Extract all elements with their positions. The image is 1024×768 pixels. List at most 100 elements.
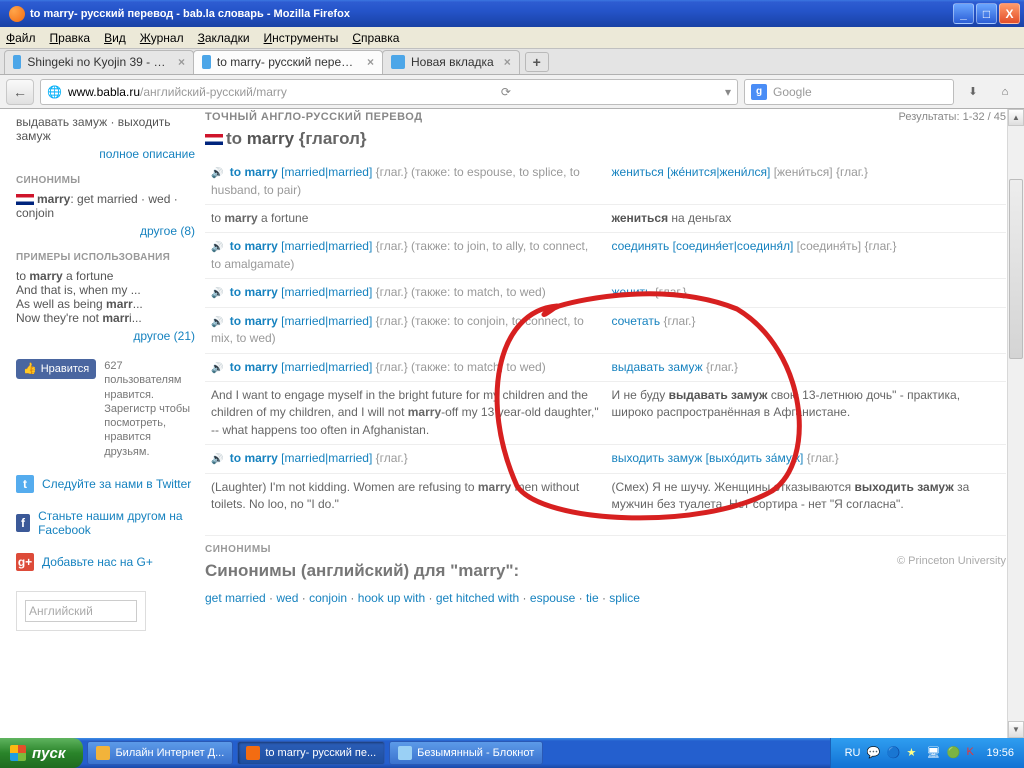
task-icon xyxy=(96,746,110,760)
browser-tab[interactable]: Новая вкладка× xyxy=(382,50,520,74)
example-line: And that is, when my ... xyxy=(16,283,195,297)
task-icon xyxy=(398,746,412,760)
taskbar-task[interactable]: Безымянный - Блокнот xyxy=(389,741,543,765)
synonym-link[interactable]: get married xyxy=(205,591,266,605)
new-tab-button[interactable]: + xyxy=(525,52,549,72)
synonyms-heading: Синонимы (английский) для "marry": xyxy=(205,561,1006,581)
more-synonyms-link[interactable]: другое (8) xyxy=(140,224,195,238)
search-placeholder: Google xyxy=(773,85,812,99)
tab-close-icon[interactable]: × xyxy=(178,55,185,69)
facebook-like-text: 627 пользователям нравится. Зарегистр чт… xyxy=(104,359,195,459)
start-button[interactable]: пуск xyxy=(0,738,83,768)
scroll-thumb[interactable] xyxy=(1009,179,1023,359)
synonyms-section: СИНОНИМЫ © Princeton University Синонимы… xyxy=(205,535,1006,605)
tray-clock[interactable]: 19:56 xyxy=(986,747,1014,759)
facebook-like-button[interactable]: 👍 Нравится xyxy=(16,359,96,379)
tray-lang[interactable]: RU xyxy=(845,747,861,759)
tray-network-icon[interactable]: 🖥 xyxy=(926,746,940,760)
window-title-bar: to marry- русский перевод - bab.la слова… xyxy=(0,0,1024,27)
taskbar-task[interactable]: to marry- русский пе... xyxy=(237,741,385,765)
section-heading: ТОЧНЫЙ АНГЛО-РУССКИЙ ПЕРЕВОД xyxy=(205,111,1006,123)
back-button[interactable]: ← xyxy=(6,79,34,105)
examples-header: ПРИМЕРЫ ИСПОЛЬЗОВАНИЯ xyxy=(16,252,195,263)
site-globe-icon: 🌐 xyxy=(47,85,62,99)
task-icon xyxy=(246,746,260,760)
tab-close-icon[interactable]: × xyxy=(504,55,511,69)
stop-button[interactable]: ▾ xyxy=(725,85,731,99)
uk-flag-icon xyxy=(16,194,34,205)
address-bar[interactable]: 🌐 www.babla.ru/английский-русский/marry … xyxy=(40,79,738,105)
search-box[interactable]: g Google xyxy=(744,79,954,105)
target-cell: выходить замуж [выхо́дить за́муж] {глаг.… xyxy=(606,445,1007,474)
menu-item[interactable]: Справка xyxy=(352,31,399,45)
source-cell: to marry [married|married] {глаг.} (такж… xyxy=(205,279,606,308)
translation-row: to marry [married|married] {глаг.} (такж… xyxy=(205,307,1006,353)
synonyms-header: СИНОНИМЫ xyxy=(16,175,195,186)
page-content: выдавать замуж · выходить замуж полное о… xyxy=(0,109,1024,738)
example-line: Now they're not marri... xyxy=(16,311,195,325)
translations-table: to marry [married|married] {глаг.} (такж… xyxy=(205,159,1006,519)
window-close-button[interactable]: X xyxy=(999,3,1020,24)
menu-item[interactable]: Инструменты xyxy=(264,31,339,45)
synonym-link[interactable]: tie xyxy=(586,591,599,605)
translation-row: to marry a fortuneжениться на деньгах xyxy=(205,204,1006,232)
vertical-scrollbar[interactable]: ▲ ▼ xyxy=(1007,109,1024,738)
full-description-link[interactable]: полное описание xyxy=(99,147,195,161)
tray-icon[interactable]: 💬 xyxy=(866,746,880,760)
taskbar-task[interactable]: Билайн Интернет Д... xyxy=(87,741,233,765)
scroll-down-button[interactable]: ▼ xyxy=(1008,721,1024,738)
results-count: Результаты: 1-32 / 45 xyxy=(899,111,1006,123)
example-line: As well as being marr... xyxy=(16,297,195,311)
gplus-follow-link[interactable]: g+Добавьте нас на G+ xyxy=(16,553,195,571)
menu-bar: Файл Правка Вид Журнал Закладки Инструменты Сп… xyxy=(0,27,1024,49)
tray-icon[interactable]: 🟢 xyxy=(946,746,960,760)
target-cell: жениться на деньгах xyxy=(606,204,1007,232)
sidebar-phrases: выдавать замуж · выходить замуж xyxy=(16,115,195,143)
window-maximize-button[interactable]: □ xyxy=(976,3,997,24)
more-examples-link[interactable]: другое (21) xyxy=(133,329,195,343)
system-tray[interactable]: RU 💬 🔵 ★ 🖥 🟢 K 19:56 xyxy=(830,738,1024,768)
sidebar-synonyms: marry: get married · wed · conjoin xyxy=(16,192,195,220)
browser-tab[interactable]: to marry- русский перевод - bab.la сло..… xyxy=(193,50,383,74)
menu-item[interactable]: Журнал xyxy=(140,31,184,45)
twitter-follow-link[interactable]: tСледуйте за нами в Twitter xyxy=(16,475,195,493)
translation-row: And I want to engage myself in the brigh… xyxy=(205,382,1006,445)
synonym-link[interactable]: wed xyxy=(276,591,298,605)
source-cell: to marry [married|married] {глаг.} (такж… xyxy=(205,307,606,353)
synonym-link[interactable]: get hitched with xyxy=(436,591,519,605)
language-input[interactable] xyxy=(25,600,137,622)
menu-item[interactable]: Закладки xyxy=(198,31,250,45)
examples-list: to marry a fortuneAnd that is, when my .… xyxy=(16,269,195,325)
translation-row: to marry [married|married] {глаг.} (такж… xyxy=(205,353,1006,382)
synonym-link[interactable]: conjoin xyxy=(309,591,347,605)
target-cell: женить {глаг.} xyxy=(606,279,1007,308)
synonym-link[interactable]: splice xyxy=(609,591,640,605)
scroll-up-button[interactable]: ▲ xyxy=(1008,109,1024,126)
source-cell: to marry [married|married] {глаг.} (такж… xyxy=(205,233,606,279)
facebook-follow-link[interactable]: fСтаньте нашим другом на Facebook xyxy=(16,509,195,537)
home-button[interactable]: ⌂ xyxy=(992,79,1018,105)
firefox-icon xyxy=(9,6,25,22)
downloads-button[interactable]: ⬇ xyxy=(960,79,986,105)
menu-item[interactable]: Вид xyxy=(104,31,126,45)
target-cell: жениться [же́нится|жени́лся] [жени́ться]… xyxy=(606,159,1007,204)
synonym-link[interactable]: hook up with xyxy=(358,591,425,605)
tray-antivirus-icon[interactable]: K xyxy=(966,746,980,760)
sidebar-language-box xyxy=(16,591,146,631)
window-minimize-button[interactable]: _ xyxy=(953,3,974,24)
reload-button[interactable]: ⟳ xyxy=(501,85,511,99)
menu-item[interactable]: Правка xyxy=(50,31,91,45)
target-cell: И не буду выдавать замуж свою 13-летнюю … xyxy=(606,382,1007,445)
taskbar-tasks: Билайн Интернет Д...to marry- русский пе… xyxy=(83,741,543,765)
translation-row: to marry [married|married] {глаг.} (такж… xyxy=(205,233,1006,279)
browser-toolbar: ← 🌐 www.babla.ru/английский-русский/marr… xyxy=(0,75,1024,109)
synonyms-credit: © Princeton University xyxy=(897,555,1006,567)
synonym-link[interactable]: espouse xyxy=(530,591,575,605)
target-cell: выдавать замуж {глаг.} xyxy=(606,353,1007,382)
windows-taskbar: пуск Билайн Интернет Д...to marry- русск… xyxy=(0,738,1024,768)
tab-close-icon[interactable]: × xyxy=(367,55,374,69)
menu-item[interactable]: Файл xyxy=(6,31,36,45)
browser-tab[interactable]: Shingeki no Kyojin 39 - Read Shingeki no… xyxy=(4,50,194,74)
tray-volume-icon[interactable]: 🔵 xyxy=(886,746,900,760)
tray-icon[interactable]: ★ xyxy=(906,746,920,760)
